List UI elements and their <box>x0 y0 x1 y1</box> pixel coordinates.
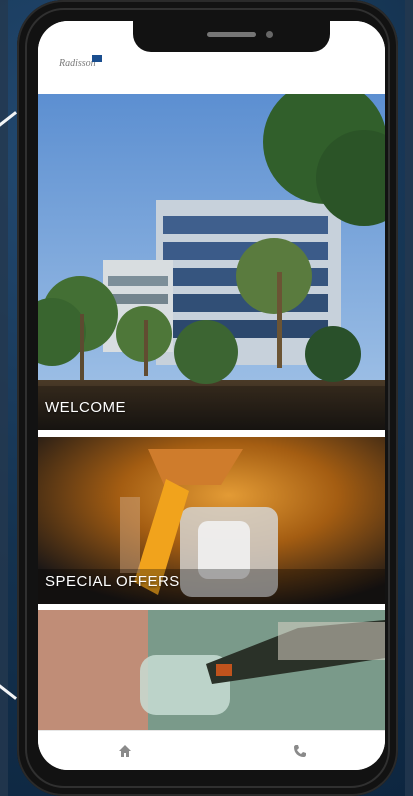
phone-frame: Radisson WELCOME SPECIAL OFFERS <box>17 0 398 796</box>
phone-icon <box>294 745 306 757</box>
card-list: WELCOME SPECIAL OFFERS <box>38 94 385 730</box>
drinks-image <box>38 610 385 730</box>
background: Radisson WELCOME SPECIAL OFFERS <box>0 0 413 796</box>
home-button[interactable] <box>110 737 140 765</box>
brand-logo[interactable]: Radisson <box>59 53 105 73</box>
card-welcome[interactable]: WELCOME <box>38 94 385 430</box>
camera-icon <box>266 31 273 38</box>
phone-button[interactable] <box>285 737 315 765</box>
logo-text: Radisson <box>59 58 96 69</box>
card-drinks[interactable] <box>38 610 385 730</box>
welcome-image <box>38 94 385 430</box>
card-label-special-offers: SPECIAL OFFERS <box>45 573 180 590</box>
background-strip-right <box>405 0 413 796</box>
bottom-navigation <box>38 730 385 770</box>
logo-mark-icon <box>92 55 102 62</box>
card-label-welcome: WELCOME <box>45 399 127 416</box>
phone-notch <box>133 21 330 52</box>
home-icon <box>119 745 131 757</box>
card-special-offers[interactable]: SPECIAL OFFERS <box>38 437 385 604</box>
phone-screen: Radisson WELCOME SPECIAL OFFERS <box>38 21 385 770</box>
speaker-icon <box>207 32 256 37</box>
